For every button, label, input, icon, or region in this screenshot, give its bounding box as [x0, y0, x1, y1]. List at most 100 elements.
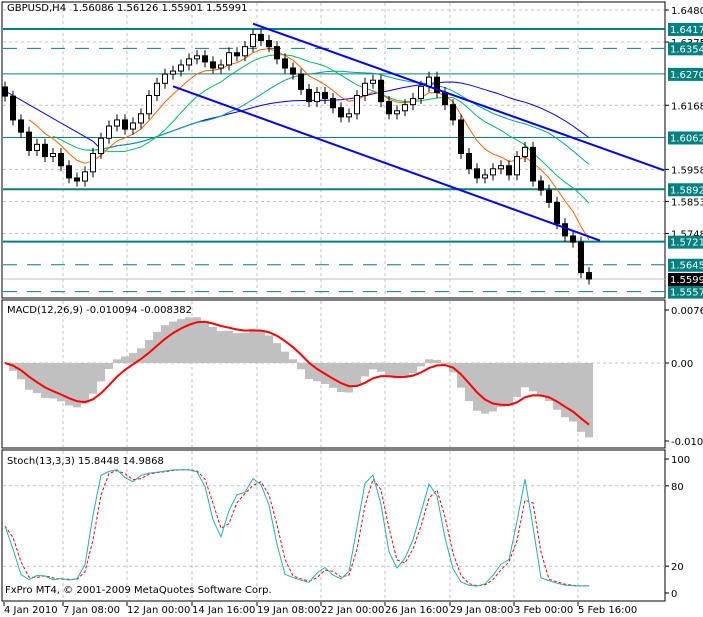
open-value: 1.56086: [72, 3, 114, 14]
candle-bull-body: [482, 174, 488, 179]
candle-bear-body: [26, 131, 32, 151]
macd-histogram-bar: [513, 363, 521, 397]
candle-bear-body: [562, 223, 568, 237]
candle-bull-body: [362, 82, 368, 96]
candle-bear-body: [306, 88, 312, 103]
copyright-label: FxPro MT4, © 2001-2009 MetaQuotes Softwa…: [5, 585, 272, 596]
candle-bear-body: [74, 177, 80, 182]
candle-bull-body: [410, 98, 416, 106]
stoch-axis-label: 0: [671, 589, 677, 600]
macd-histogram-bar: [545, 363, 553, 402]
candle-bear-body: [546, 189, 552, 203]
candle-bear-body: [2, 86, 8, 97]
macd-histogram-bar: [297, 363, 305, 370]
candle-bear-body: [66, 165, 72, 179]
level-price-label: 1.62708: [670, 70, 703, 81]
macd-histogram-bar: [497, 363, 505, 408]
macd-histogram-bar: [329, 363, 337, 388]
candle-bull-body: [50, 153, 56, 158]
candle-bull-body: [178, 64, 184, 72]
macd-histogram-bar: [105, 363, 113, 370]
candle-bull-body: [162, 73, 168, 84]
x-axis-label: 19 Jan 08:00: [257, 605, 320, 616]
candle-bull-body: [154, 82, 160, 96]
macd-histogram-bar: [417, 363, 425, 367]
close-value: 1.55991: [206, 3, 248, 14]
macd-histogram-bar: [377, 363, 385, 372]
candle-bull-body: [242, 46, 248, 57]
level-price-label: 1.55578: [670, 288, 703, 299]
macd-histogram-bar: [425, 359, 433, 363]
candle-bear-body: [234, 52, 240, 57]
candle-bear-body: [18, 119, 24, 133]
candle-bull-body: [130, 122, 136, 130]
level-price-label: 1.64179: [670, 25, 703, 36]
x-axis-label: 7 Jan 08:00: [63, 605, 120, 616]
macd-histogram-bar: [201, 320, 209, 363]
candle-bear-body: [474, 168, 480, 179]
candle-bear-body: [378, 79, 384, 103]
candle-bear-body: [282, 58, 288, 69]
macd-histogram-bar: [233, 333, 241, 363]
candle-bear-body: [274, 46, 280, 60]
candle-bull-body: [218, 64, 224, 69]
macd-histogram-bar: [361, 363, 369, 377]
candle: [10, 90, 16, 126]
macd-histogram-bar: [481, 363, 489, 414]
candle-bull-body: [522, 146, 528, 158]
macd-axis-label: 0.00: [671, 359, 693, 370]
level-price-label: 1.57214: [670, 238, 703, 249]
candle-bear-body: [122, 119, 128, 130]
candle-bull-body: [402, 104, 408, 112]
candle-bull-body: [114, 119, 120, 127]
macd-histogram-bar: [169, 321, 177, 363]
macd-histogram-bar: [177, 319, 185, 363]
macd-histogram-bar: [89, 363, 97, 394]
low-value: 1.55901: [161, 3, 203, 14]
macd-histogram-bar: [249, 329, 257, 363]
candle-bear-body: [442, 91, 448, 106]
candle-bear-body: [578, 241, 584, 274]
macd-histogram-bar: [161, 325, 169, 363]
price-axis-label: 1.64800: [671, 6, 703, 17]
candle-bull-body: [106, 125, 112, 139]
candle-bear-body: [538, 180, 544, 191]
x-axis-label: 22 Jan 00:00: [321, 605, 384, 616]
macd-histogram-bar: [257, 331, 265, 363]
candle-bear-body: [554, 201, 560, 225]
level-price-label: 1.63545: [670, 44, 703, 55]
macd-axis-label: 0.00764: [671, 306, 703, 317]
candle-bear-body: [450, 104, 456, 121]
candle-bull-body: [250, 33, 256, 48]
macd-histogram-bar: [337, 363, 345, 393]
macd-histogram-bar: [281, 351, 289, 363]
x-axis-label: 12 Jan 00:00: [127, 605, 190, 616]
candle-bear-body: [570, 235, 576, 243]
candle-bull-body: [498, 165, 504, 170]
candle-bear-body: [338, 107, 344, 118]
macd-histogram-bar: [113, 359, 121, 363]
stoch-label: Stoch(13,3,3) 15.8448 14.9868: [7, 456, 164, 467]
macd-histogram-bar: [529, 363, 537, 392]
stoch-axis-label: 100: [671, 455, 690, 466]
symbol-header: GBPUSD,H4 1.56086 1.56126 1.55901 1.5599…: [7, 3, 247, 14]
x-axis-label: 5 Feb 16:00: [578, 605, 637, 616]
x-axis-label: 3 Feb 00:00: [514, 605, 573, 616]
macd-histogram-bar: [33, 363, 41, 394]
candle-bear-body: [586, 272, 592, 280]
candle-bull-body: [490, 168, 496, 176]
candle: [530, 141, 536, 187]
macd-histogram-bar: [121, 356, 129, 363]
candle-bull-body: [418, 85, 424, 100]
macd-histogram-bar: [345, 363, 353, 393]
stoch-axis-label: 80: [671, 482, 684, 493]
candle-bull-body: [90, 153, 96, 173]
candle-bear-body: [10, 95, 16, 121]
level-price-label: 1.60625: [670, 133, 703, 144]
macd-histogram-bar: [385, 363, 393, 377]
macd-axis-label: -0.01093: [671, 437, 703, 448]
macd-histogram-bar: [353, 363, 361, 386]
macd-histogram-bar: [217, 331, 225, 363]
candle-bear-body: [298, 73, 304, 90]
candle-bull-body: [34, 143, 40, 151]
